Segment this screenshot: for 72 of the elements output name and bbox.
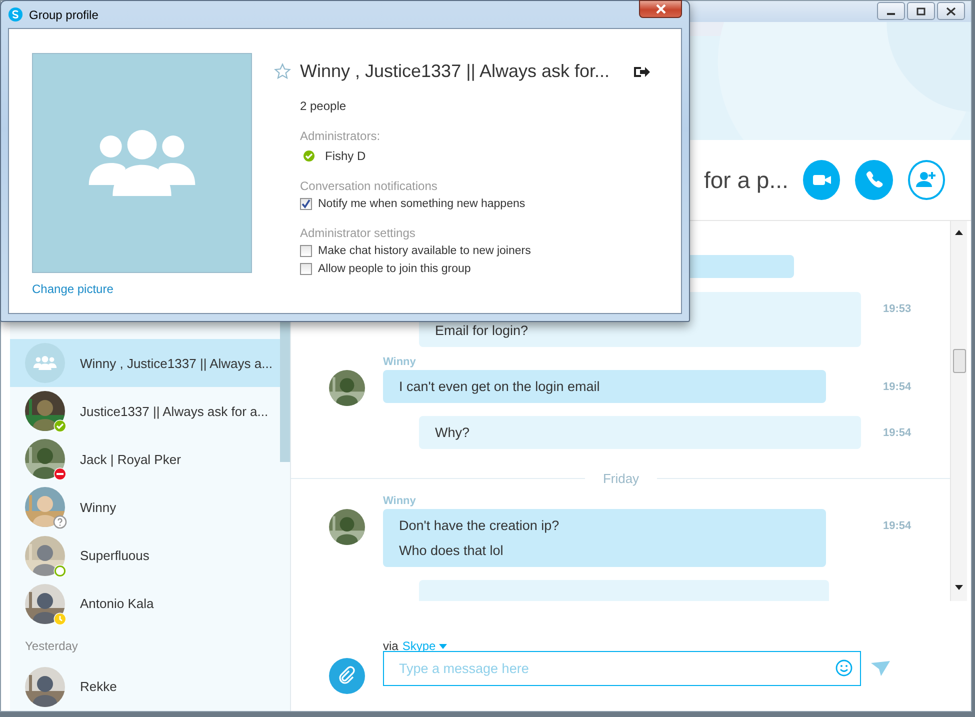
conversation-item[interactable]: Jack | Royal Pker <box>10 435 280 484</box>
message-text: Who does that lol <box>399 543 504 558</box>
conversation-item[interactable]: Winny , Justice1337 || Always a... <box>10 339 280 388</box>
message-text: Email for login? <box>435 323 530 338</box>
message-text: Why? <box>435 425 471 440</box>
emoticon-icon[interactable] <box>835 659 853 677</box>
group-name: Winny , Justice1337 || Always ask for... <box>300 61 610 82</box>
close-icon <box>654 4 666 14</box>
scroll-down-icon[interactable] <box>955 585 963 591</box>
conversation-item[interactable]: Antonio Kala <box>10 580 280 628</box>
conversation-name: Rekke <box>80 679 117 694</box>
conversation-name: Antonio Kala <box>80 596 154 612</box>
group-icon <box>33 356 57 370</box>
attach-button[interactable] <box>329 658 365 694</box>
message-time: 19:54 <box>883 520 912 532</box>
conversation-name: Superfluous <box>80 548 150 564</box>
section-header: Yesterday <box>24 638 79 655</box>
message-time: 19:53 <box>883 303 912 315</box>
checkbox[interactable] <box>300 198 312 210</box>
conversation-item[interactable]: Justice1337 || Always ask for a... <box>10 387 280 436</box>
conversation-name: Jack | Royal Pker <box>80 452 181 467</box>
conversation-name: Winny , Justice1337 || Always a... <box>80 356 272 371</box>
close-button[interactable] <box>937 2 965 20</box>
admin-name: Fishy D <box>325 149 366 163</box>
conversation-item[interactable]: Superfluous <box>10 532 280 580</box>
checkbox-label: Make chat history available to new joiners <box>318 245 531 257</box>
group-icon <box>87 130 197 196</box>
star-icon[interactable] <box>274 63 291 80</box>
scrollbar-thumb[interactable] <box>953 349 966 373</box>
conversation-name: Justice1337 || Always ask for a... <box>80 404 268 419</box>
date-divider: Friday <box>602 471 640 486</box>
minimize-icon <box>887 12 895 14</box>
scrollbar[interactable] <box>950 221 967 601</box>
message-text: Don't have the creation ip? <box>399 518 560 533</box>
sender-name: Winny <box>383 495 417 509</box>
conversation-item[interactable]: Rekke <box>10 662 280 711</box>
checkbox-label: Notify me when something new happens <box>318 198 526 210</box>
message-text: I can't even get on the login email <box>399 379 601 394</box>
scrollbar-thumb[interactable] <box>280 322 290 462</box>
video-call-button[interactable] <box>803 160 840 200</box>
skype-logo-icon <box>8 7 23 22</box>
change-picture-link[interactable]: Change picture <box>32 282 252 296</box>
close-icon <box>946 6 956 16</box>
call-button[interactable] <box>855 160 893 200</box>
maximize-icon <box>916 6 926 16</box>
conversation-item[interactable]: Winny <box>10 483 280 532</box>
section-label: Conversation notifications <box>300 179 438 193</box>
send-button[interactable] <box>871 661 891 677</box>
message-time: 19:54 <box>883 427 912 439</box>
scroll-up-icon[interactable] <box>955 229 963 235</box>
maximize-button[interactable] <box>907 2 935 20</box>
exit-icon <box>633 64 651 78</box>
paperclip-icon <box>337 666 357 686</box>
message-input[interactable]: Type a message here <box>383 651 861 686</box>
via-label: via <box>383 639 398 653</box>
conversation-title: for a p... <box>704 166 788 194</box>
add-people-button[interactable] <box>908 160 945 200</box>
minimize-button[interactable] <box>877 2 905 20</box>
section-label: Administrators: <box>300 129 382 143</box>
section-label: Administrator settings <box>300 226 416 240</box>
conversation-name: Winny <box>80 500 116 515</box>
dialog-title: Group profile <box>29 8 98 22</box>
member-count: 2 people <box>300 99 348 113</box>
close-button[interactable] <box>639 0 682 18</box>
message-time: 19:54 <box>883 381 912 393</box>
checkbox-label: Allow people to join this group <box>318 263 471 275</box>
caret-icon <box>438 644 447 648</box>
leave-button[interactable] <box>633 64 651 78</box>
checkbox[interactable] <box>300 245 312 257</box>
checkbox[interactable] <box>300 263 312 275</box>
sender-name: Winny <box>383 356 417 370</box>
send-icon <box>871 661 891 677</box>
